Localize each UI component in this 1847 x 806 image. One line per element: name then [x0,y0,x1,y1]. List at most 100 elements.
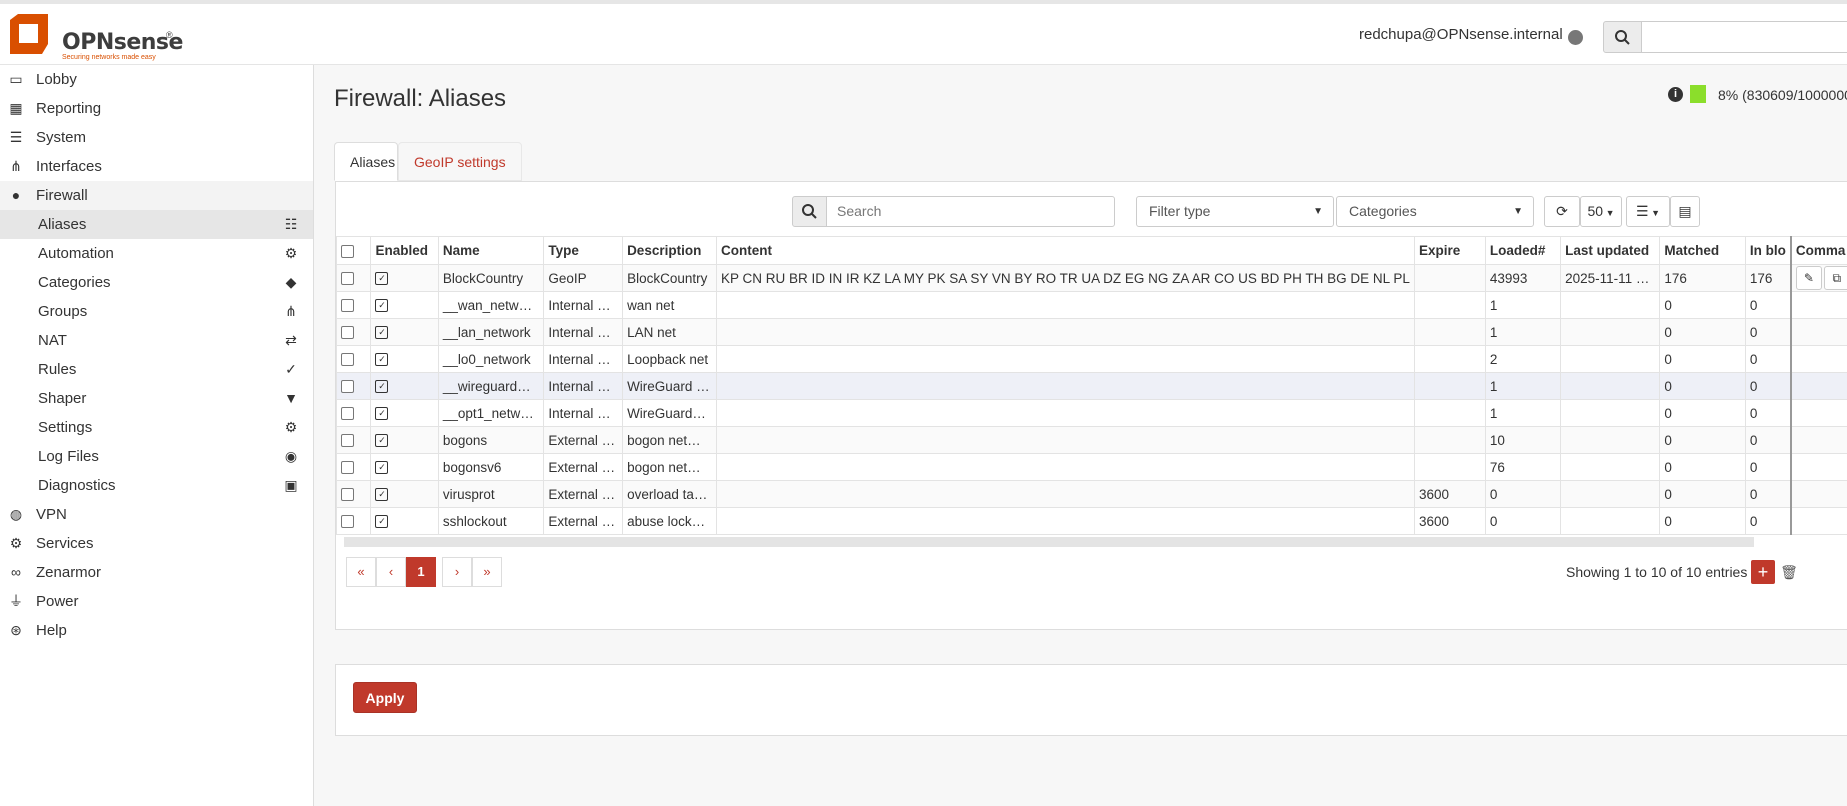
sidebar-item-vpn[interactable]: ◍ VPN [0,500,313,529]
enabled-toggle[interactable]: ✓ [370,318,439,346]
columns-dropdown[interactable]: ☰ ▼ [1626,196,1670,227]
column-header[interactable]: Comma [1790,236,1847,265]
sidebar-item-lobby[interactable]: ▭ Lobby [0,65,313,94]
enabled-toggle[interactable]: ✓ [370,345,439,373]
global-search-input[interactable] [1642,21,1847,53]
table-row[interactable]: ✓ BlockCountry GeoIP BlockCountry KP CN … [335,264,1847,292]
sidebar-subitem-diagnostics[interactable]: Diagnostics ▣ [0,471,313,500]
page-1-button[interactable]: 1 [406,557,436,587]
table-row[interactable]: ✓ sshlockout External … abuse lock… 3600… [335,507,1847,535]
sidebar-subitem-label: Automation [38,245,114,262]
sidebar-item-system[interactable]: ☰ System [0,123,313,152]
sidebar-subitem-automation[interactable]: Automation ⚙ [0,239,313,268]
sidebar-subitem-label: Rules [38,361,77,378]
alias-description: abuse lock… [622,507,717,535]
column-header[interactable]: Name [437,236,545,265]
filter-type-dropdown[interactable]: Filter type ▼ [1136,196,1334,227]
enabled-toggle[interactable]: ✓ [370,291,439,319]
row-select-checkbox[interactable] [335,264,372,292]
opnsense-logo[interactable]: OPNsense ® Securing networks made easy [6,12,183,61]
sidebar-subitem-settings[interactable]: Settings ⚙ [0,413,313,442]
row-select-checkbox[interactable] [335,399,372,427]
sidebar-subitem-aliases[interactable]: Aliases ☷ [0,210,313,239]
info-icon[interactable]: i [1668,87,1683,102]
column-header[interactable]: Matched [1659,236,1746,265]
column-header[interactable]: Expire [1413,236,1486,265]
enabled-toggle[interactable]: ✓ [370,480,439,508]
alias-matched: 0 [1659,480,1746,508]
sidebar-subitem-log-files[interactable]: Log Files ◉ [0,442,313,471]
edit-icon[interactable]: ✎ [1795,266,1822,290]
sidebar-item-reporting[interactable]: ▦ Reporting [0,94,313,123]
enabled-toggle[interactable]: ✓ [370,399,439,427]
sidebar-subitem-groups[interactable]: Groups ⋔ [0,297,313,326]
sidebar-subitem-shaper[interactable]: Shaper ▼ [0,384,313,413]
column-header[interactable]: Content [716,236,1415,265]
current-user[interactable]: redchupa@OPNsense.internal [1359,26,1563,43]
select-all-checkbox[interactable] [335,236,372,265]
sidebar-subitem-nat[interactable]: NAT ⇄ [0,326,313,355]
chart-icon: ▦ [9,100,23,116]
sidebar-subitem-rules[interactable]: Rules ✓ [0,355,313,384]
prev-page-button[interactable]: ‹ [376,557,406,587]
grid-search-button[interactable] [792,196,827,227]
enabled-toggle[interactable]: ✓ [370,426,439,454]
refresh-button[interactable]: ⟳ [1544,196,1580,227]
table-row[interactable]: ✓ bogons External … bogon net… 10 0 0 [335,426,1847,454]
sidebar-item-services[interactable]: ⚙ Services [0,529,313,558]
export-button[interactable]: ▤ [1670,196,1700,227]
table-row[interactable]: ✓ __lo0_network Internal … Loopback net … [335,345,1847,373]
table-header-row: Enabled Name Type Description Content Ex… [335,236,1847,265]
row-select-checkbox[interactable] [335,291,372,319]
column-header[interactable]: Loaded# [1484,236,1562,265]
column-header[interactable]: Enabled [370,236,439,265]
table-row[interactable]: ✓ __lan_network Internal … LAN net 1 0 0 [335,318,1847,346]
column-header[interactable]: Type [543,236,624,265]
sidebar-subitem-categories[interactable]: Categories ◆ [0,268,313,297]
copy-icon[interactable]: ⧉ [1823,266,1847,290]
row-select-checkbox[interactable] [335,480,372,508]
add-alias-button[interactable]: + [1751,560,1775,584]
row-select-checkbox[interactable] [335,453,372,481]
column-header[interactable]: In blo [1744,236,1792,265]
first-page-button[interactable]: « [346,557,376,587]
alias-description: overload ta… [622,480,717,508]
global-search-button[interactable] [1603,21,1642,53]
categories-dropdown[interactable]: Categories ▼ [1336,196,1534,227]
alias-expire [1413,453,1486,481]
alias-matched: 0 [1659,507,1746,535]
row-select-checkbox[interactable] [335,345,372,373]
alias-loaded: 43993 [1484,264,1562,292]
sidebar-item-interfaces[interactable]: ⋔ Interfaces [0,152,313,181]
last-page-button[interactable]: » [472,557,502,587]
enabled-toggle[interactable]: ✓ [370,372,439,400]
enabled-toggle[interactable]: ✓ [370,507,439,535]
page-size-dropdown[interactable]: 50 ▼ [1580,196,1622,227]
horizontal-scrollbar[interactable] [344,537,1754,547]
alias-last-updated [1560,291,1661,319]
row-select-checkbox[interactable] [335,507,372,535]
row-select-checkbox[interactable] [335,426,372,454]
table-row[interactable]: ✓ virusprot External … overload ta… 3600… [335,480,1847,508]
enabled-toggle[interactable]: ✓ [370,264,439,292]
column-header[interactable]: Description [622,236,717,265]
row-select-checkbox[interactable] [335,318,372,346]
apply-button[interactable]: Apply [353,682,417,713]
column-header[interactable]: Last updated [1560,236,1661,265]
sidebar-item-firewall[interactable]: ● Firewall [0,181,313,210]
table-row[interactable]: ✓ __opt1_netw… Internal … WireGuard… 1 0… [335,399,1847,427]
next-page-button[interactable]: › [442,557,472,587]
delete-selected-button[interactable]: 🗑 [1779,560,1799,584]
row-select-checkbox[interactable] [335,372,372,400]
sidebar-item-power[interactable]: ⏚ Power [0,587,313,616]
tab-aliases[interactable]: Aliases [334,142,398,181]
table-row[interactable]: ✓ __wireguard… Internal … WireGuard … 1 … [335,372,1847,400]
table-row[interactable]: ✓ __wan_netw… Internal … wan net 1 0 0 [335,291,1847,319]
sidebar-item-zenarmor[interactable]: ∞ Zenarmor [0,558,313,587]
table-row[interactable]: ✓ bogonsv6 External … bogon net… 76 0 0 [335,453,1847,481]
alias-description: wan net [622,291,717,319]
sidebar-item-help[interactable]: ⊛ Help [0,616,313,645]
enabled-toggle[interactable]: ✓ [370,453,439,481]
tab-geoip-settings[interactable]: GeoIP settings [398,142,522,181]
grid-search-input[interactable]: Search [826,196,1115,227]
